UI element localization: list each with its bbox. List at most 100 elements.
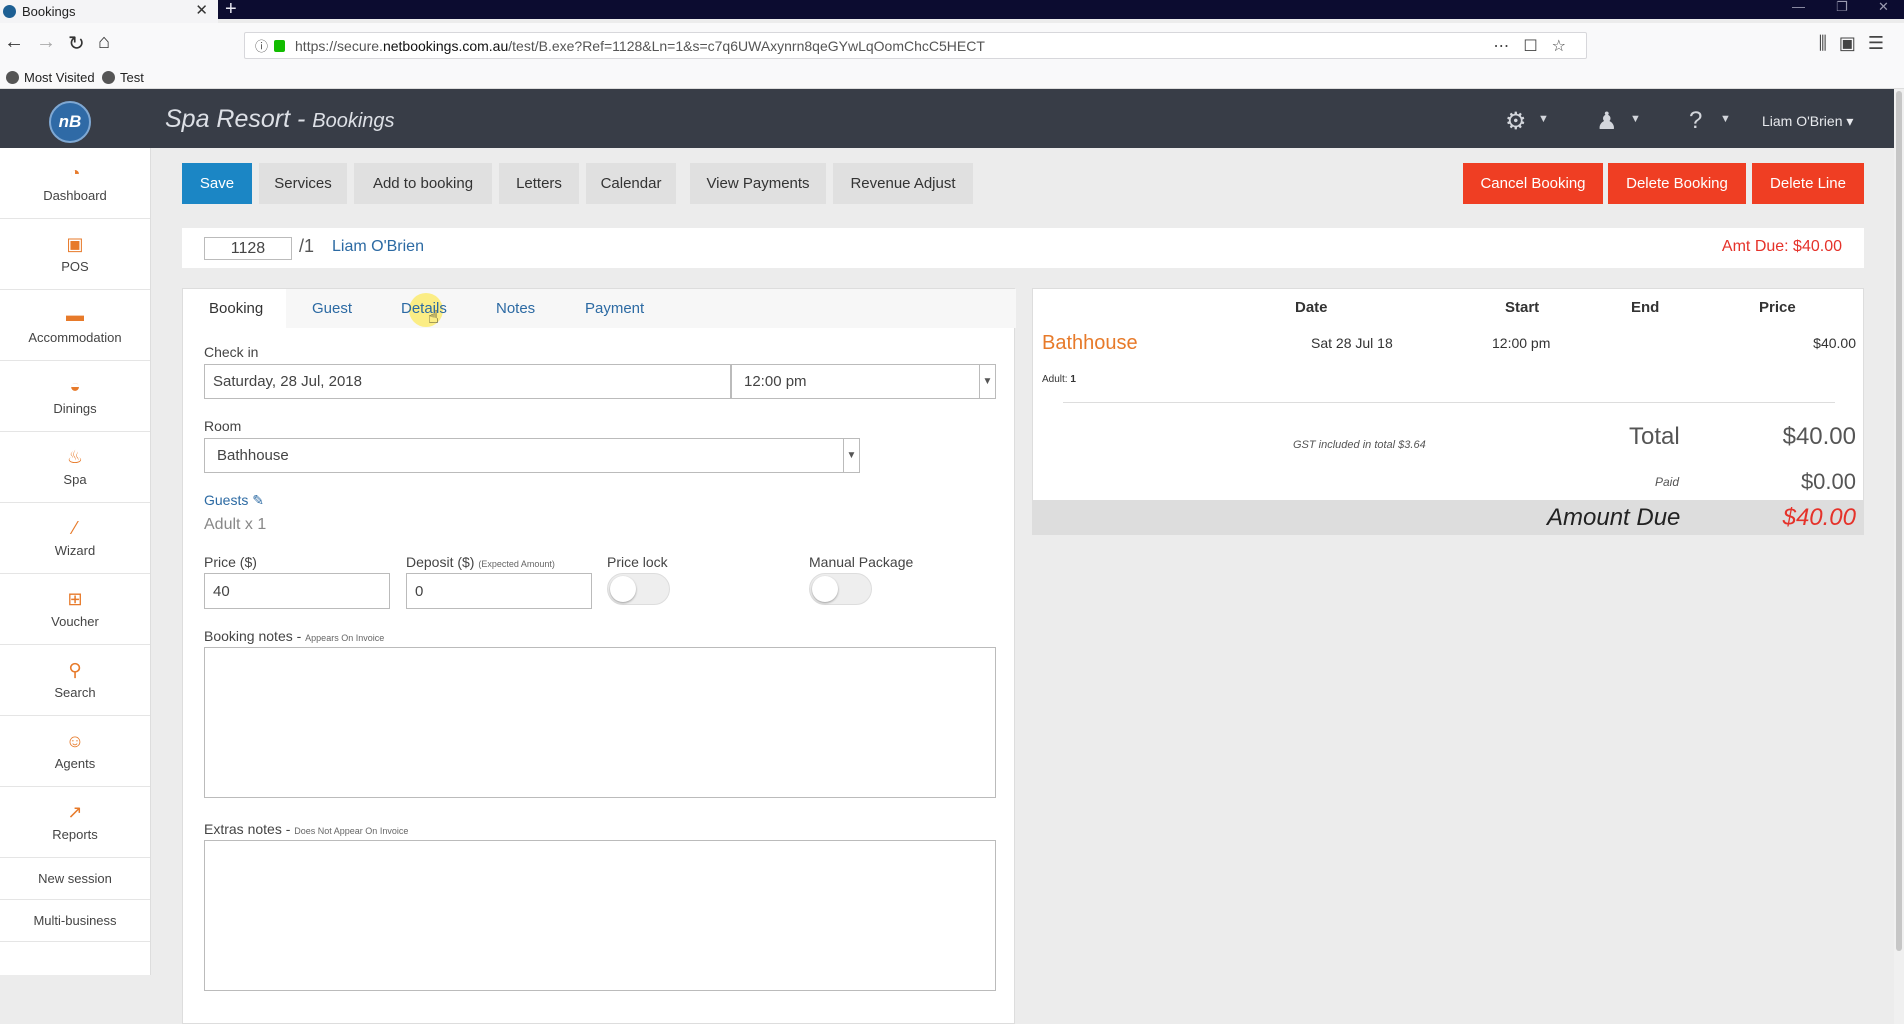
sidebar-item-voucher[interactable]: ⊞ Voucher: [0, 574, 150, 645]
booking-line-number: /1: [299, 236, 315, 256]
browser-navbar: ← → ↻ ⌂ ⓘ https://secure.netbookings.com…: [0, 23, 1904, 66]
deposit-input[interactable]: 0: [406, 573, 592, 609]
letters-button[interactable]: Letters: [499, 163, 579, 204]
tab-booking[interactable]: Booking: [209, 300, 263, 317]
restore-icon[interactable]: ❐: [1836, 0, 1848, 15]
room-select[interactable]: Bathhouse ▼: [204, 438, 860, 473]
sidebar-item-dashboard[interactable]: ◔ Dashboard: [0, 148, 150, 219]
calendar-button[interactable]: Calendar: [586, 163, 676, 204]
bed-icon: ▬: [66, 305, 84, 325]
page-actions-icon[interactable]: ⋯☐☆: [1493, 36, 1580, 56]
sidebar-item-spa[interactable]: ♨ Spa: [0, 432, 150, 503]
amount-due-label: Amount Due: [1547, 504, 1681, 531]
checkin-date-field[interactable]: Saturday, 28 Jul, 2018: [204, 364, 731, 399]
sidebar-item-accommodation[interactable]: ▬ Accommodation: [0, 290, 150, 361]
booking-summary-panel: Date Start End Price Bathhouse Sat 28 Ju…: [1032, 288, 1864, 535]
url-bar[interactable]: ⓘ https://secure.netbookings.com.au/test…: [244, 32, 1587, 59]
reload-icon[interactable]: ↻: [68, 31, 85, 56]
tab-guest[interactable]: Guest: [312, 300, 352, 317]
services-button[interactable]: Services: [259, 163, 347, 204]
column-header-end: End: [1631, 299, 1660, 316]
cancel-booking-button[interactable]: Cancel Booking: [1463, 163, 1603, 204]
sidebar: ◔ Dashboard ▣ POS ▬ Accommodation ◒ Dinings …: [0, 148, 151, 975]
sidebar-item-reports[interactable]: ↗ Reports: [0, 787, 150, 858]
total-label: Total: [1629, 423, 1680, 450]
site-favicon-icon: [102, 71, 115, 84]
price-lock-toggle[interactable]: [607, 573, 670, 605]
booking-tabs: Booking Guest Details Notes Payment ☝: [183, 289, 1016, 329]
guests-edit-link[interactable]: Guests ✎: [204, 492, 264, 509]
browser-tab[interactable]: Bookings ✕: [0, 0, 218, 23]
browser-tab-strip: Bookings ✕ + — ❐ ✕: [0, 0, 1904, 23]
sidebar-item-pos[interactable]: ▣ POS: [0, 219, 150, 290]
save-button[interactable]: Save: [182, 163, 252, 204]
tab-notes[interactable]: Notes: [496, 300, 535, 317]
dining-cloche-icon: ◒: [69, 376, 81, 396]
add-to-booking-button[interactable]: Add to booking: [354, 163, 492, 204]
search-icon: ⚲: [68, 660, 82, 680]
amount-due-summary: Amt Due: $40.00: [1721, 238, 1842, 255]
extras-notes-label: Extras notes - Does Not Appear On Invoic…: [204, 821, 409, 837]
delete-line-button[interactable]: Delete Line: [1752, 163, 1864, 204]
column-header-price: Price: [1759, 299, 1796, 316]
summary-item-start: 12:00 pm: [1492, 335, 1551, 351]
sidebar-item-dinings[interactable]: ◒ Dinings: [0, 361, 150, 432]
summary-item-price: $40.00: [1813, 335, 1856, 351]
forward-icon[interactable]: →: [36, 31, 56, 54]
bookmark-most-visited[interactable]: Most Visited: [6, 70, 95, 85]
chevron-down-icon: ▼: [843, 439, 859, 472]
sidebar-link-new-session[interactable]: New session: [0, 858, 150, 900]
price-input[interactable]: 40: [204, 573, 390, 609]
page-scrollbar[interactable]: [1894, 89, 1904, 1024]
column-header-date: Date: [1295, 299, 1328, 316]
library-sidebar-menu-icon[interactable]: ⫼▣☰: [1819, 33, 1896, 54]
bookmark-test[interactable]: Test: [102, 70, 144, 85]
delete-booking-button[interactable]: Delete Booking: [1608, 163, 1746, 204]
view-payments-button[interactable]: View Payments: [690, 163, 826, 204]
magic-wand-icon: ⁄: [73, 518, 77, 538]
checkin-time-select[interactable]: 12:00 pm ▼: [731, 364, 996, 399]
extras-notes-textarea[interactable]: [204, 840, 996, 991]
revenue-adjust-button[interactable]: Revenue Adjust: [833, 163, 973, 204]
booking-notes-textarea[interactable]: [204, 647, 996, 798]
chevron-down-icon: ▼: [979, 365, 995, 398]
chevron-down-icon[interactable]: ▼: [1720, 113, 1731, 125]
summary-adult-count: Adult: 1: [1042, 374, 1076, 385]
new-tab-icon[interactable]: +: [225, 0, 237, 21]
chevron-down-icon[interactable]: ▼: [1630, 113, 1641, 125]
total-value: $40.00: [1782, 423, 1856, 450]
minimize-icon[interactable]: —: [1792, 0, 1805, 14]
manual-package-toggle[interactable]: [809, 573, 872, 605]
sidebar-item-search[interactable]: ⚲ Search: [0, 645, 150, 716]
tab-details[interactable]: Details: [401, 300, 447, 317]
site-favicon-icon: [3, 5, 16, 18]
site-info-icon[interactable]: ⓘ: [255, 36, 268, 55]
help-icon[interactable]: ?: [1689, 107, 1702, 135]
app-header: nB Spa Resort - Bookings ⚙ ▼ ♟ ▼ ? ▼ Lia…: [0, 89, 1894, 148]
booking-form-panel: Booking Guest Details Notes Payment ☝ Ch…: [182, 288, 1016, 1024]
price-label: Price ($): [204, 554, 257, 570]
app-logo[interactable]: nB: [49, 101, 91, 143]
close-tab-icon[interactable]: ✕: [195, 1, 208, 19]
user-menu[interactable]: Liam O'Brien ▾: [1762, 113, 1853, 130]
settings-gear-icon[interactable]: ⚙: [1505, 107, 1527, 136]
price-lock-label: Price lock: [607, 554, 668, 570]
back-icon[interactable]: ←: [4, 31, 24, 54]
close-window-icon[interactable]: ✕: [1878, 0, 1889, 15]
sidebar-item-agents[interactable]: ☺ Agents: [0, 716, 150, 787]
bookmarks-bar: Most Visited Test: [0, 66, 1904, 89]
booking-ref-field[interactable]: 1128: [204, 237, 292, 260]
home-icon[interactable]: ⌂: [98, 31, 110, 54]
sidebar-link-multi-business[interactable]: Multi-business: [0, 900, 150, 942]
sidebar-item-wizard[interactable]: ⁄ Wizard: [0, 503, 150, 574]
tab-payment[interactable]: Payment: [585, 300, 644, 317]
paid-label: Paid: [1655, 475, 1680, 489]
scrollbar-thumb[interactable]: [1896, 91, 1902, 951]
agent-icon[interactable]: ♟: [1596, 107, 1618, 136]
summary-item-name[interactable]: Bathhouse: [1042, 332, 1138, 355]
chart-icon: ↗: [67, 802, 83, 822]
room-label: Room: [204, 418, 242, 434]
gst-note: GST included in total $3.64: [1293, 439, 1426, 451]
chevron-down-icon[interactable]: ▼: [1538, 113, 1549, 125]
guest-name-link[interactable]: Liam O'Brien: [332, 238, 424, 256]
